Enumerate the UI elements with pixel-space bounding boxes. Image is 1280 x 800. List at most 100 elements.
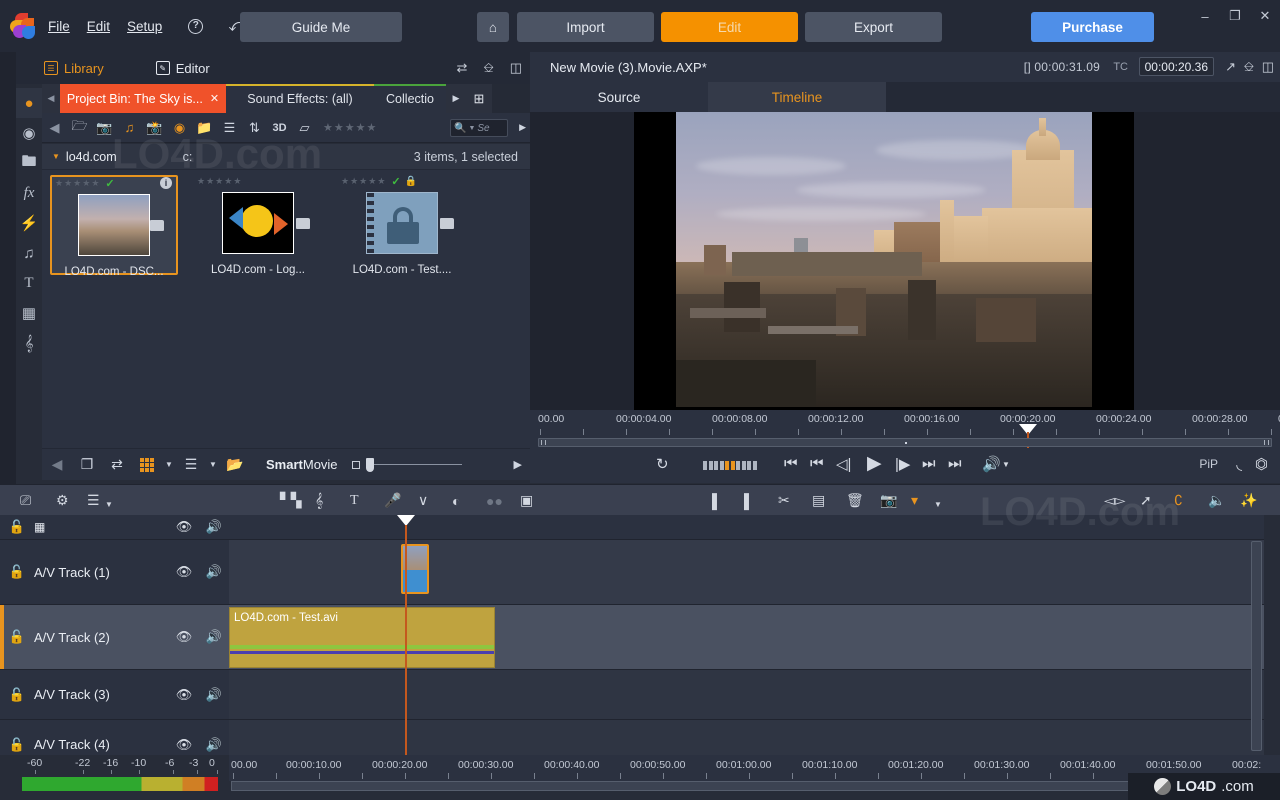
item-rating[interactable]: ★ ★ ★ ★ ★ [194,175,322,188]
snapshot-camera-icon[interactable]: 📷 [880,491,897,510]
grid-view-dropdown-icon[interactable]: ▼ [162,449,176,481]
smart-movie-label[interactable]: SmartMovie [266,457,338,472]
timeline-lane-master[interactable] [229,515,1264,540]
split-view-icon[interactable]: ◫ [510,60,522,76]
menu-file[interactable]: File [48,19,70,34]
magnet-snap-icon[interactable]: ∁ [1174,491,1183,510]
step-back-icon[interactable]: ◁| [836,455,851,473]
transitions-bolt-icon[interactable]: ⚡ [16,208,42,238]
track-header-master[interactable]: 🔓 ▦ 👁 🔊 [0,515,229,540]
grid-view-icon[interactable] [132,449,162,481]
prev-marker-icon[interactable]: ⏮ [810,455,824,472]
expand-triangle-icon[interactable]: ▼ [52,152,60,161]
track-header-3[interactable]: 🔓 A/V Track (3) 👁 🔊 [0,670,229,720]
edit-button[interactable]: Edit [661,12,798,42]
thumbnail-size-slider[interactable] [351,457,462,472]
track-header-2[interactable]: 🔓 A/V Track (2) 👁 🔊 [0,605,229,670]
refresh-icon[interactable]: ⇄ [102,449,132,481]
crop-icon[interactable]: ⏣ [1255,455,1268,473]
step-forward-icon[interactable]: |▶ [895,455,910,473]
speaker-icon[interactable]: 🔊 [199,629,229,645]
lock-icon[interactable]: 🔓 [0,687,34,703]
guide-me-button[interactable]: Guide Me [240,12,402,42]
copy-icon[interactable]: ❐ [72,449,102,481]
import-media-icon[interactable]: 📷 [92,113,117,143]
effects-fx-icon[interactable]: fx [16,178,42,208]
item-rating[interactable]: ★ ★ ★ ★ ★ ✓ 🔒 [338,175,466,188]
microphone-icon[interactable]: 🎤 [384,491,401,510]
resize-frame-icon[interactable]: ◟ [1236,455,1242,473]
home-icon[interactable]: ⌂ [477,12,509,42]
help-icon[interactable]: ? [188,18,204,34]
swap-arrows-icon[interactable]: ⇄ [457,60,468,76]
speaker-icon[interactable]: 🔊 [199,564,229,580]
rating-filter-stars[interactable]: ★ ★ ★ ★ ★ [323,121,376,134]
bin-tab-project-bin[interactable]: Project Bin: The Sky is... ✕ [60,84,226,113]
detach-window-icon[interactable]: ⎒ [483,60,493,76]
tab-library[interactable]: ☰ Library [44,61,104,76]
eye-icon[interactable]: 👁 [169,519,199,535]
search-input[interactable]: 🔍 ▼ Se [450,119,508,137]
music-note-icon[interactable]: ♫ [16,238,42,268]
list-view-dropdown-icon[interactable]: ▼ [206,449,220,481]
bin-tab-prev-button[interactable]: ◀ [42,84,60,113]
delete-trash-icon[interactable]: 🗑 [846,491,864,510]
folders-icon[interactable]: 🖿 [16,148,42,178]
speaker-icon[interactable]: 🔊 [199,687,229,703]
slider-handle[interactable] [365,457,374,472]
bin-tab-next-button[interactable]: ▶ [446,84,466,113]
list-item[interactable]: ★ ★ ★ ★ ★ LO4D.com - Log... [194,175,322,276]
sort-icon[interactable]: ⇅ [242,113,267,143]
title-text-icon[interactable]: T [350,491,359,510]
purchase-button[interactable]: Purchase [1031,12,1154,42]
curve-envelope-icon[interactable]: ∨ [418,491,428,510]
speaker-icon[interactable]: 🔊 [199,519,229,535]
loop-icon[interactable]: ↻ [656,455,669,473]
volume-icon[interactable]: 🔊 [982,455,1001,473]
storyboard-icon[interactable]: ▤ [812,491,825,510]
audio-scrub-icon[interactable]: 🔈 [1208,491,1225,510]
preview-ruler[interactable]: 00.00 00:00:04.00 00:00:08.00 00:00:12.00 00… [530,410,1280,448]
export-button[interactable]: Export [805,12,942,42]
play-icon[interactable]: ▶ [867,452,882,475]
split-view-icon[interactable]: ◫ [1262,59,1274,75]
media-pool-icon[interactable]: ● [16,88,42,118]
chevron-down-icon[interactable]: ▼ [934,495,942,514]
skip-start-icon[interactable]: ⏮ [784,455,798,472]
opacity-circle-icon[interactable]: ◐ [452,491,460,510]
pip-label[interactable]: PiP [1199,457,1218,471]
objects-shapes-icon[interactable]: ▦ [16,298,42,328]
track-header-1[interactable]: 🔓 A/V Track (1) 👁 🔊 [0,540,229,605]
cut-scissors-icon[interactable]: ✂ [778,491,790,510]
import-video-icon[interactable]: ◉ [167,113,192,143]
list-view-icon[interactable]: ☰ [176,449,206,481]
center-playhead-icon[interactable]: ◅▻ [1104,491,1126,510]
speaker-icon[interactable]: 🔊 [199,737,229,753]
preview-scrollbar[interactable] [538,438,1272,447]
timeline-horizontal-scrollbar[interactable] [231,781,1260,791]
fullscreen-icon[interactable]: ↗ [1225,59,1236,75]
timeline-lane-1[interactable] [229,540,1264,605]
tag-icon[interactable]: ▱ [292,113,317,143]
tab-timeline[interactable]: Timeline [708,82,886,112]
three-d-icon[interactable]: 3D [267,113,292,143]
close-button[interactable]: ✕ [1250,8,1280,24]
list-item[interactable]: ★ ★ ★ ★ ★ ✓ 🔒 LO4D.com - Test.... [338,175,466,276]
image-effect-icon[interactable]: ▣ [520,491,533,510]
music-clef-icon[interactable]: 𝄞 [315,491,323,510]
list-item[interactable]: ★ ★ ★ ★ ★ ✓ i LO4D.com - DSC... [50,175,178,278]
timeline-grid[interactable]: LO4D.com - Test.avi [229,515,1264,770]
audio-mixer-icon[interactable]: ▘▚ [280,491,302,510]
auto-ramp-icon[interactable]: ➚ [1140,491,1152,510]
eye-icon[interactable]: 👁 [169,564,199,580]
set-out-point-icon[interactable]: ▌ [744,491,754,510]
timeline-vertical-scrollbar[interactable] [1251,541,1262,751]
transitions-icon[interactable]: ●● [486,491,503,510]
tab-editor[interactable]: ✎ Editor [155,61,210,76]
chevron-down-icon[interactable]: ▼ [1002,460,1010,469]
titles-text-icon[interactable]: T [16,268,42,298]
prev-page-icon[interactable]: ◀ [42,449,72,481]
search-expand-icon[interactable]: ▶ [519,122,526,133]
import-photo-icon[interactable]: 📸 [142,113,167,143]
magic-wand-icon[interactable]: ✨ [1240,491,1257,510]
